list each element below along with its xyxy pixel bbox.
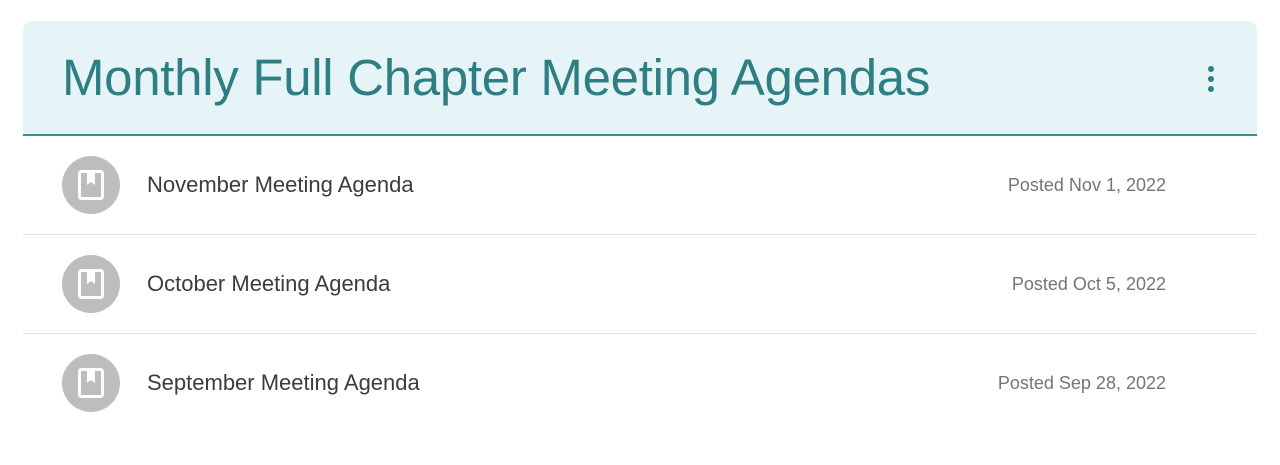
post-date: Posted Oct 5, 2022 bbox=[1011, 274, 1166, 294]
announcements-card: Monthly Full Chapter Meeting Agendas Nov… bbox=[23, 21, 1257, 441]
page-title: Monthly Full Chapter Meeting Agendas bbox=[62, 49, 931, 106]
list-item[interactable]: November Meeting Agenda Posted Nov 1, 20… bbox=[23, 136, 1257, 235]
post-title: November Meeting Agenda bbox=[147, 172, 414, 197]
post-avatar bbox=[62, 255, 120, 313]
more-options-button[interactable] bbox=[1193, 59, 1229, 99]
more-vertical-icon-dot bbox=[1208, 86, 1214, 92]
post-avatar bbox=[62, 156, 120, 214]
post-date: Posted Nov 1, 2022 bbox=[1007, 175, 1166, 195]
bookmark-icon bbox=[78, 368, 104, 398]
more-vertical-icon-dot bbox=[1208, 76, 1214, 82]
post-title: September Meeting Agenda bbox=[147, 370, 420, 395]
list-item[interactable]: September Meeting Agenda Posted Sep 28, … bbox=[23, 334, 1257, 433]
post-avatar bbox=[62, 354, 120, 412]
bookmark-icon bbox=[78, 269, 104, 299]
card-header: Monthly Full Chapter Meeting Agendas bbox=[23, 21, 1257, 136]
bookmark-icon bbox=[78, 170, 104, 200]
post-list: November Meeting Agenda Posted Nov 1, 20… bbox=[23, 136, 1257, 433]
list-item[interactable]: October Meeting Agenda Posted Oct 5, 202… bbox=[23, 235, 1257, 334]
post-date: Posted Sep 28, 2022 bbox=[997, 373, 1166, 393]
more-vertical-icon bbox=[1208, 66, 1214, 72]
post-title: October Meeting Agenda bbox=[147, 271, 391, 296]
